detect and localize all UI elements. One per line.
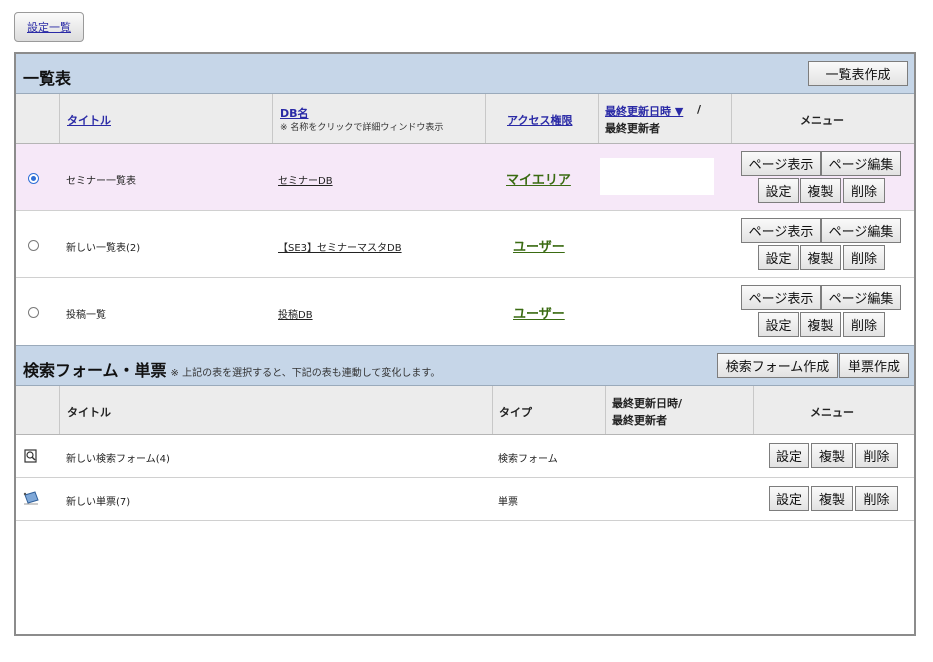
form-section-title: 検索フォーム・単票 ※ 上記の表を選択すると、下記の表も連動して変化します。 [23, 357, 440, 381]
form-column-updated: 最終更新日時/ 最終更新者 [605, 386, 753, 434]
settings-panel: 一覧表 一覧表作成 タイトル DB名 ※ 名称をクリックで詳細ウィンドウ表示 ア… [14, 52, 916, 636]
row-select-radio[interactable] [28, 173, 39, 184]
row-select-radio[interactable] [28, 307, 39, 318]
delete-button[interactable]: 削除 [843, 245, 885, 270]
duplicate-button[interactable]: 複製 [811, 443, 853, 468]
delete-button[interactable]: 削除 [855, 443, 898, 468]
form-column-title: タイトル [59, 386, 492, 434]
row-db-link[interactable]: セミナーDB [278, 172, 333, 187]
updated-separator: / [697, 103, 702, 116]
menu-column-label: メニュー [800, 114, 844, 127]
row-db-link[interactable]: 【SE3】セミナーマスタDB [278, 239, 402, 254]
form-row-title: 新しい検索フォーム(4) [66, 454, 170, 465]
page-edit-button[interactable]: ページ編集 [821, 218, 901, 243]
sort-access-link[interactable]: アクセス権限 [507, 112, 572, 128]
updated-by-label: 最終更新者 [605, 122, 660, 135]
settings-button[interactable]: 設定 [758, 245, 799, 270]
settings-button[interactable]: 設定 [758, 178, 799, 203]
form-type-label: タイプ [499, 406, 532, 419]
page-view-button[interactable]: ページ表示 [741, 151, 821, 176]
column-access: アクセス権限 [485, 94, 598, 143]
row-select-radio[interactable] [28, 240, 39, 251]
form-column-type: タイプ [492, 386, 605, 434]
form-section-header: 検索フォーム・単票 ※ 上記の表を選択すると、下記の表も連動して変化します。 検索… [16, 345, 914, 386]
form-table-header: タイトル タイプ 最終更新日時/ 最終更新者 メニュー [16, 386, 914, 435]
settings-button[interactable]: 設定 [769, 486, 809, 511]
row-title: 新しい一覧表(2) [66, 243, 141, 254]
row-access-link[interactable]: マイエリア [506, 169, 571, 188]
create-card-button[interactable]: 単票作成 [839, 353, 909, 378]
settings-button[interactable]: 設定 [758, 312, 799, 337]
form-menu-label: メニュー [810, 406, 854, 419]
sort-db-name-link[interactable]: DB名 [280, 105, 309, 121]
form-row-type: 単票 [498, 497, 518, 508]
form-row-title: 新しい単票(7) [66, 497, 131, 508]
page-view-button[interactable]: ページ表示 [741, 285, 821, 310]
list-row[interactable]: セミナー一覧表 セミナーDB マイエリア ページ表示 ページ編集 設定 複製 削… [16, 144, 914, 211]
form-updated-by-label: 最終更新者 [612, 414, 667, 427]
delete-button[interactable]: 削除 [843, 178, 885, 203]
list-row[interactable]: 新しい一覧表(2) 【SE3】セミナーマスタDB ユーザー ページ表示 ページ編… [16, 211, 914, 278]
row-title: 投稿一覧 [66, 310, 106, 321]
settings-list-button[interactable]: 設定一覧 [14, 12, 84, 42]
form-row[interactable]: 新しい検索フォーム(4) 検索フォーム 設定 複製 削除 [16, 435, 914, 478]
list-table-header: タイトル DB名 ※ 名称をクリックで詳細ウィンドウ表示 アクセス権限 最終更新… [16, 94, 914, 144]
form-row-type: 検索フォーム [498, 454, 558, 465]
form-row[interactable]: 新しい単票(7) 単票 設定 複製 削除 [16, 478, 914, 521]
duplicate-button[interactable]: 複製 [800, 178, 841, 203]
create-list-button[interactable]: 一覧表作成 [808, 61, 908, 86]
row-updated-cell [600, 158, 714, 195]
page-edit-button[interactable]: ページ編集 [821, 151, 901, 176]
row-db-link[interactable]: 投稿DB [278, 306, 313, 321]
create-search-form-button[interactable]: 検索フォーム作成 [717, 353, 838, 378]
list-row[interactable]: 投稿一覧 投稿DB ユーザー ページ表示 ページ編集 設定 複製 削除 [16, 278, 914, 345]
row-access-link[interactable]: ユーザー [513, 236, 565, 255]
page-edit-button[interactable]: ページ編集 [821, 285, 901, 310]
row-access-link[interactable]: ユーザー [513, 303, 565, 322]
form-column-menu: メニュー [753, 386, 914, 434]
form-updated-label: 最終更新日時/ [612, 397, 683, 410]
sort-title-link[interactable]: タイトル [67, 112, 111, 128]
card-icon [23, 491, 39, 508]
form-section-title-text: 検索フォーム・単票 [23, 361, 167, 380]
list-section-title: 一覧表 [23, 69, 72, 88]
column-db-name: DB名 ※ 名称をクリックで詳細ウィンドウ表示 [272, 94, 485, 143]
page-view-button[interactable]: ページ表示 [741, 218, 821, 243]
delete-button[interactable]: 削除 [855, 486, 898, 511]
search-form-icon [24, 449, 38, 466]
duplicate-button[interactable]: 複製 [800, 312, 841, 337]
column-updated: 最終更新日時 ▼ / 最終更新者 [598, 94, 731, 143]
db-name-note: ※ 名称をクリックで詳細ウィンドウ表示 [280, 123, 444, 133]
form-title-label: タイトル [67, 406, 111, 419]
column-title: タイトル [59, 94, 272, 143]
settings-list-link[interactable]: 設定一覧 [27, 19, 71, 35]
column-menu: メニュー [731, 94, 914, 143]
duplicate-button[interactable]: 複製 [811, 486, 853, 511]
list-section-header: 一覧表 一覧表作成 [16, 54, 914, 94]
row-title: セミナー一覧表 [66, 176, 136, 187]
duplicate-button[interactable]: 複製 [800, 245, 841, 270]
form-section-note: ※ 上記の表を選択すると、下記の表も連動して変化します。 [170, 368, 441, 379]
delete-button[interactable]: 削除 [843, 312, 885, 337]
settings-button[interactable]: 設定 [769, 443, 809, 468]
sort-updated-link[interactable]: 最終更新日時 ▼ [605, 103, 683, 119]
